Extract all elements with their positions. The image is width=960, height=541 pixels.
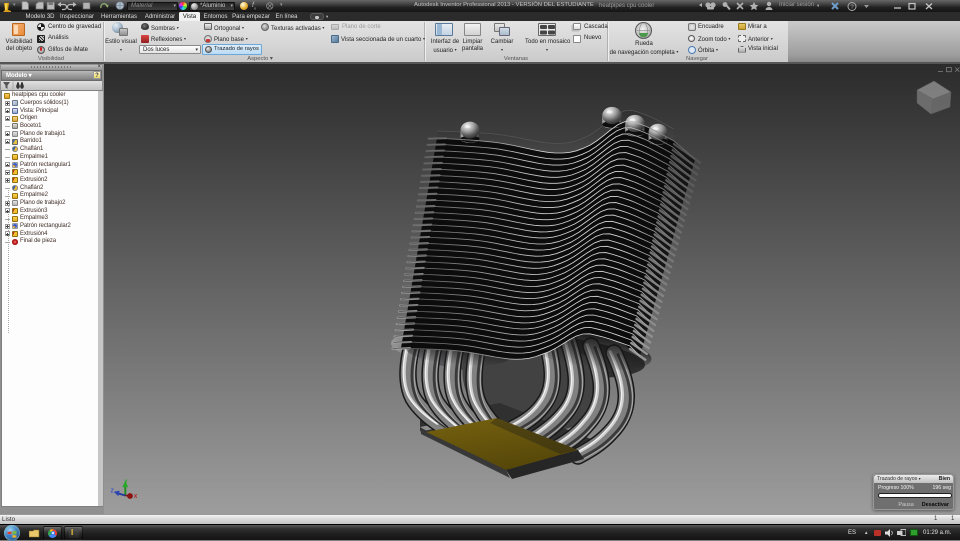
svg-text:Y: Y	[124, 479, 128, 485]
svg-text:X: X	[134, 494, 138, 500]
svg-text:Z: Z	[111, 488, 114, 494]
